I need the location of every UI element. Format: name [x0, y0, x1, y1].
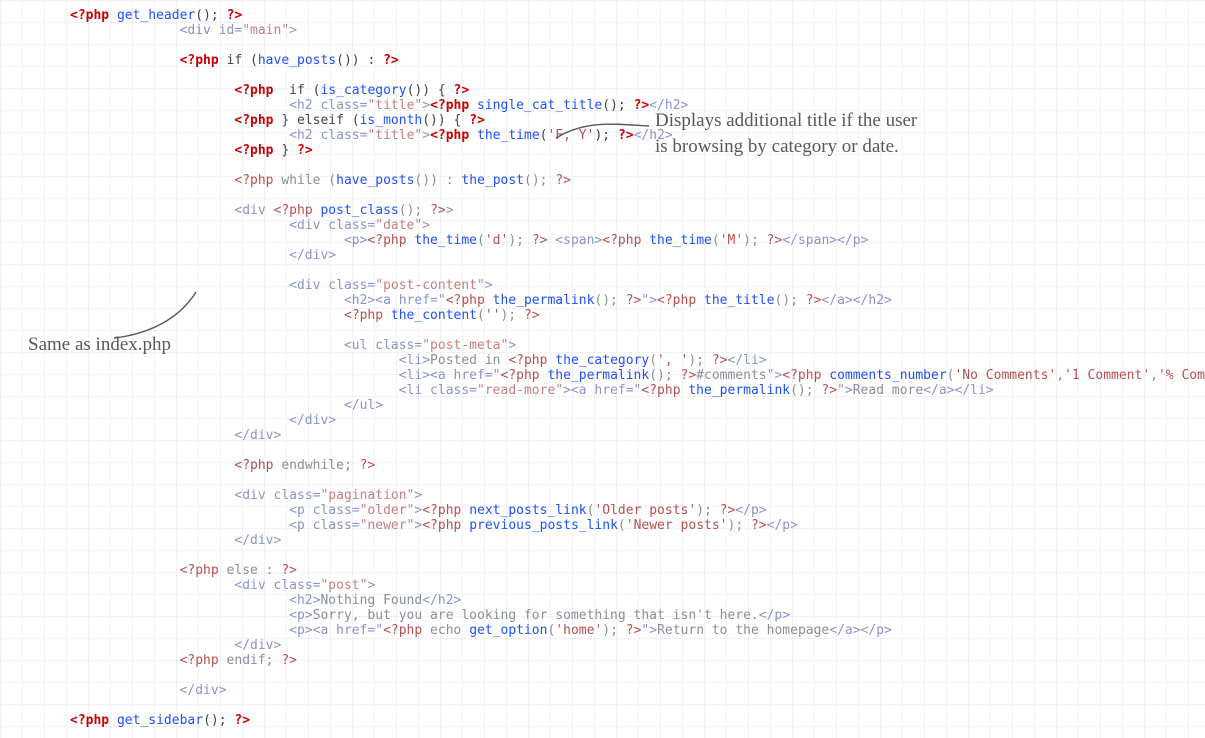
code-line	[70, 323, 1205, 338]
code-line: </div>	[70, 413, 1205, 428]
code-line: <?php } elseif (is_month()) { ?>	[70, 113, 1205, 128]
code-line: <div class="pagination">	[70, 488, 1205, 503]
code-line: <h2><a href="<?php the_permalink(); ?>">…	[70, 293, 1205, 308]
code-line: <p>Sorry, but you are looking for someth…	[70, 608, 1205, 623]
annotation-category-date: Displays additional title if the user is…	[655, 108, 917, 160]
code-block: <?php get_header(); ?> <div id="main"> <…	[70, 8, 1205, 738]
code-line	[70, 473, 1205, 488]
code-line: </div>	[70, 533, 1205, 548]
code-line: </div>	[70, 638, 1205, 653]
code-line: <p class="older"><?php next_posts_link('…	[70, 503, 1205, 518]
code-line: <?php if (is_category()) { ?>	[70, 83, 1205, 98]
code-line: <?php while (have_posts()) : the_post();…	[70, 173, 1205, 188]
code-line: <?php get_sidebar(); ?>	[70, 713, 1205, 728]
code-line: <ul class="post-meta">	[70, 338, 1205, 353]
code-line: <?php the_content(''); ?>	[70, 308, 1205, 323]
code-line	[70, 188, 1205, 203]
code-line: <h2>Nothing Found</h2>	[70, 593, 1205, 608]
code-line: <li class="read-more"><a href="<?php the…	[70, 383, 1205, 398]
code-line: <?php endwhile; ?>	[70, 458, 1205, 473]
code-line: <div class="post-content">	[70, 278, 1205, 293]
code-line	[70, 668, 1205, 683]
code-line: </div>	[70, 428, 1205, 443]
code-line: <div <?php post_class(); ?>>	[70, 203, 1205, 218]
code-line: </ul>	[70, 398, 1205, 413]
code-line: <p><a href="<?php echo get_option('home'…	[70, 623, 1205, 638]
code-line: <?php if (have_posts()) : ?>	[70, 53, 1205, 68]
code-line	[70, 548, 1205, 563]
code-line	[70, 443, 1205, 458]
code-line: <p><?php the_time('d'); ?> <span><?php t…	[70, 233, 1205, 248]
code-line: <li>Posted in <?php the_category(', '); …	[70, 353, 1205, 368]
code-line: <p class="newer"><?php previous_posts_li…	[70, 518, 1205, 533]
code-line: <?php } ?>	[70, 143, 1205, 158]
code-line	[70, 728, 1205, 738]
code-line	[70, 263, 1205, 278]
code-line: <div id="main">	[70, 23, 1205, 38]
code-line: <?php else : ?>	[70, 563, 1205, 578]
code-line: <li><a href="<?php the_permalink(); ?>#c…	[70, 368, 1205, 383]
code-line: </div>	[70, 248, 1205, 263]
code-line: </div>	[70, 683, 1205, 698]
code-line: <div class="post">	[70, 578, 1205, 593]
code-line: <div class="date">	[70, 218, 1205, 233]
code-line	[70, 38, 1205, 53]
code-line	[70, 68, 1205, 83]
code-line: <h2 class="title"><?php single_cat_title…	[70, 98, 1205, 113]
code-line: <?php get_header(); ?>	[70, 8, 1205, 23]
code-line	[70, 698, 1205, 713]
code-line	[70, 158, 1205, 173]
code-line: <h2 class="title"><?php the_time('F, Y')…	[70, 128, 1205, 143]
code-line: <?php endif; ?>	[70, 653, 1205, 668]
annotation-same-as-index: Same as index.php	[28, 332, 171, 358]
